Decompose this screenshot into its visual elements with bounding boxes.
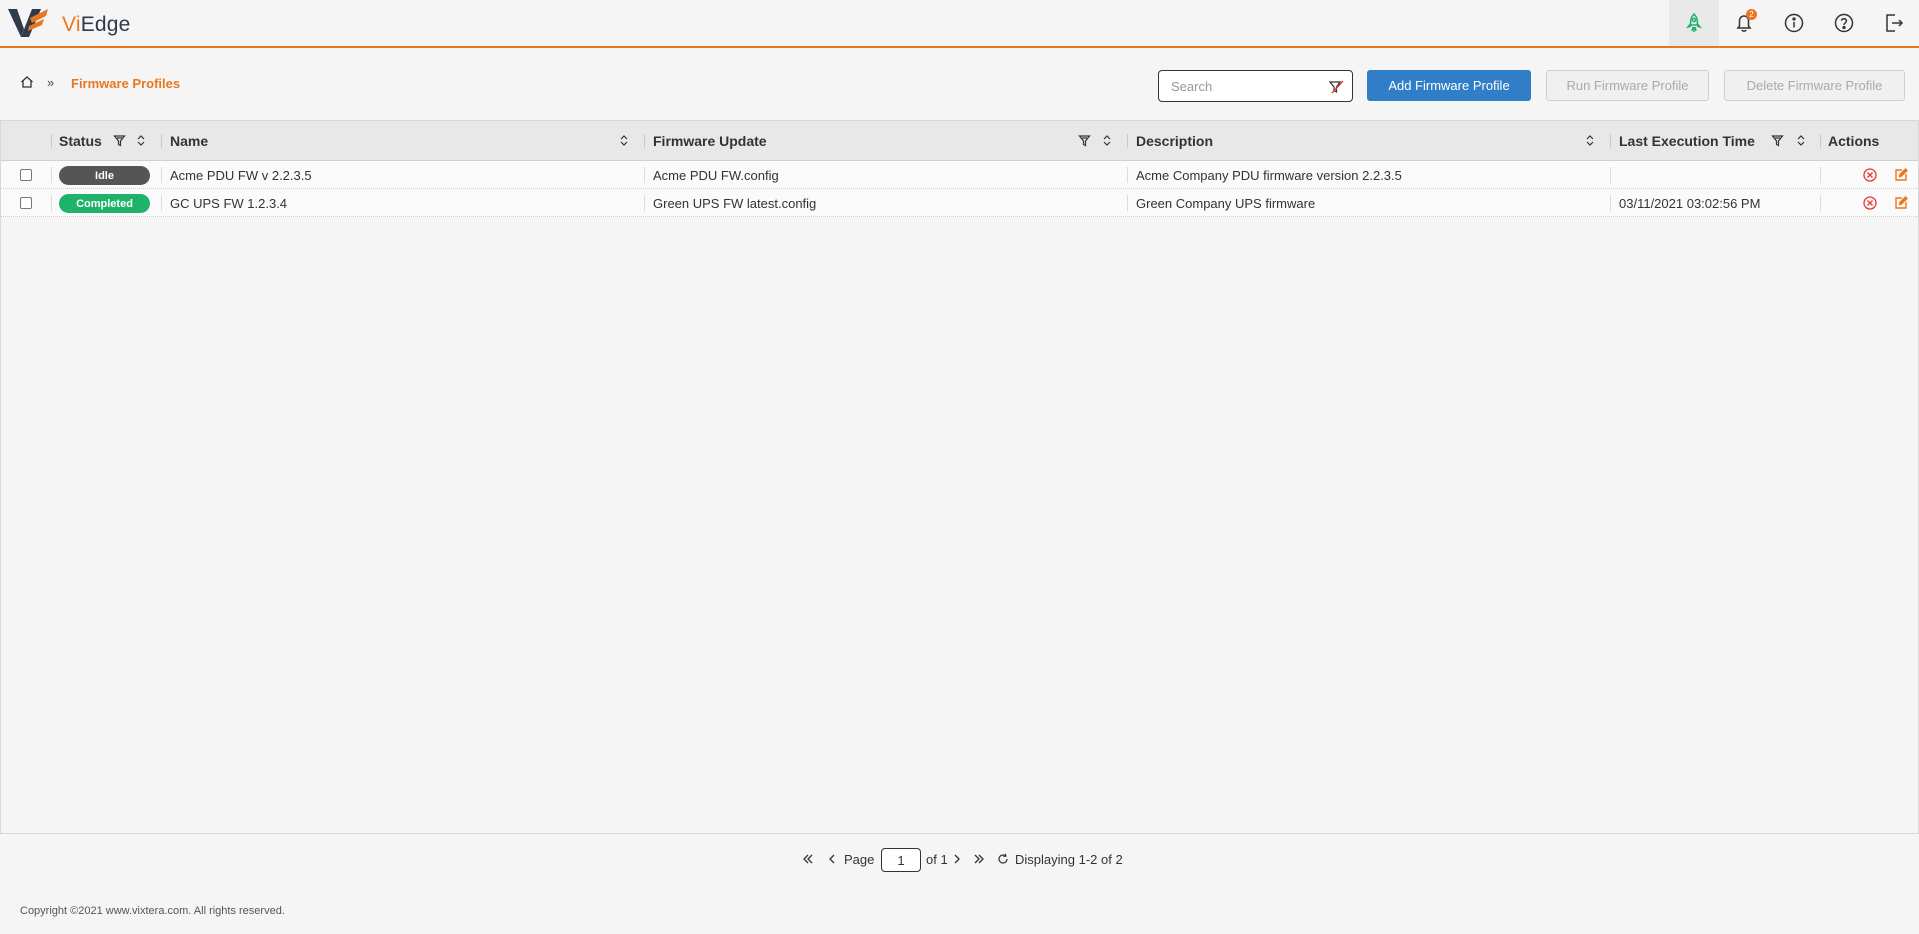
- cell-divider: [1127, 167, 1128, 183]
- cell-divider: [1127, 195, 1128, 211]
- breadcrumb-current: Firmware Profiles: [71, 76, 181, 91]
- sort-icon[interactable]: [1102, 134, 1112, 147]
- notification-count-badge: 2: [1746, 9, 1757, 20]
- sort-icon[interactable]: [136, 134, 146, 147]
- cell-name: GC UPS FW 1.2.3.4: [170, 195, 288, 211]
- notifications-button[interactable]: 2: [1719, 0, 1769, 46]
- cell-firmware-update: Green UPS FW latest.config: [653, 195, 817, 211]
- run-firmware-profile-button[interactable]: Run Firmware Profile: [1546, 70, 1709, 101]
- page-number-input[interactable]: [881, 848, 921, 872]
- filter-icon[interactable]: [113, 134, 126, 147]
- sort-icon[interactable]: [1796, 134, 1806, 147]
- delete-firmware-profile-button[interactable]: Delete Firmware Profile: [1724, 70, 1905, 101]
- cell-description: Acme Company PDU firmware version 2.2.3.…: [1136, 167, 1402, 183]
- page-count-label: of 1: [926, 852, 948, 867]
- add-firmware-profile-button[interactable]: Add Firmware Profile: [1367, 70, 1531, 101]
- rocket-button[interactable]: [1669, 0, 1719, 46]
- column-header-description[interactable]: Description: [1136, 121, 1213, 161]
- table-row[interactable]: Idle Acme PDU FW v 2.2.3.5 Acme PDU FW.c…: [1, 161, 1918, 189]
- cell-last-execution-time: 03/11/2021 03:02:56 PM: [1619, 195, 1761, 211]
- edit-icon[interactable]: [1894, 168, 1908, 182]
- displaying-records-text: Displaying 1-2 of 2: [1015, 852, 1123, 867]
- cell-divider: [1820, 195, 1821, 211]
- column-header-status[interactable]: Status: [59, 121, 102, 161]
- column-divider: [1820, 134, 1821, 148]
- viedge-logo[interactable]: [8, 7, 50, 39]
- copyright-text: Copyright ©2021 www.vixtera.com. All rig…: [20, 905, 285, 917]
- page-label: Page: [844, 852, 875, 867]
- column-divider: [1127, 134, 1128, 148]
- previous-page-icon[interactable]: [827, 853, 837, 865]
- cell-divider: [51, 167, 52, 183]
- cell-divider: [644, 167, 645, 183]
- status-badge: Completed: [59, 194, 150, 213]
- cell-divider: [1610, 195, 1611, 211]
- brand-suffix: Edge: [80, 13, 131, 36]
- column-divider: [51, 134, 52, 148]
- refresh-icon[interactable]: [997, 853, 1009, 865]
- column-divider: [161, 134, 162, 148]
- edit-icon[interactable]: [1894, 196, 1908, 210]
- status-badge: Idle: [59, 166, 150, 185]
- search-box: [1158, 70, 1353, 102]
- clear-filter-icon[interactable]: [1328, 79, 1344, 95]
- cell-divider: [1610, 167, 1611, 183]
- rocket-icon: [1685, 13, 1703, 32]
- search-input[interactable]: [1159, 71, 1319, 101]
- brand-prefix: Vi: [62, 13, 81, 36]
- sort-icon[interactable]: [1585, 134, 1595, 147]
- cell-divider: [161, 167, 162, 183]
- stop-icon[interactable]: [1863, 196, 1877, 210]
- home-icon[interactable]: [20, 75, 34, 89]
- breadcrumb-separator: »: [47, 75, 55, 90]
- help-button[interactable]: [1819, 0, 1869, 46]
- first-page-icon[interactable]: [802, 853, 814, 865]
- cell-description: Green Company UPS firmware: [1136, 195, 1316, 211]
- last-page-icon[interactable]: [973, 853, 985, 865]
- logout-button[interactable]: [1869, 0, 1919, 46]
- column-header-actions: Actions: [1828, 133, 1880, 149]
- filter-icon[interactable]: [1078, 134, 1091, 147]
- cell-divider: [644, 195, 645, 211]
- top-bar: ViEdge 2: [0, 0, 1919, 48]
- cell-firmware-update: Acme PDU FW.config: [653, 167, 779, 183]
- info-button[interactable]: [1769, 0, 1819, 46]
- logout-icon: [1886, 14, 1904, 32]
- row-checkbox[interactable]: [20, 169, 32, 181]
- filter-icon[interactable]: [1771, 134, 1784, 147]
- next-page-icon[interactable]: [952, 853, 962, 865]
- app-brand: ViEdge: [62, 13, 131, 37]
- cell-name: Acme PDU FW v 2.2.3.5: [170, 167, 312, 183]
- sort-icon[interactable]: [619, 134, 629, 147]
- column-header-last-execution-time[interactable]: Last Execution Time: [1619, 121, 1755, 161]
- table-row[interactable]: Completed GC UPS FW 1.2.3.4 Green UPS FW…: [1, 189, 1918, 217]
- cell-divider: [51, 195, 52, 211]
- cell-divider: [161, 195, 162, 211]
- info-icon: [1784, 13, 1804, 33]
- column-header-firmware-update[interactable]: Firmware Update: [653, 121, 767, 161]
- column-header-name[interactable]: Name: [170, 121, 208, 161]
- column-divider: [1610, 134, 1611, 148]
- firmware-profiles-table: Status Name Firmware Update Description …: [0, 120, 1919, 834]
- table-header: Status Name Firmware Update Description …: [1, 121, 1918, 161]
- column-divider: [644, 134, 645, 148]
- cell-divider: [1820, 167, 1821, 183]
- help-icon: [1834, 13, 1854, 33]
- row-checkbox[interactable]: [20, 197, 32, 209]
- header-actions: 2: [1669, 0, 1919, 46]
- stop-icon[interactable]: [1863, 168, 1877, 182]
